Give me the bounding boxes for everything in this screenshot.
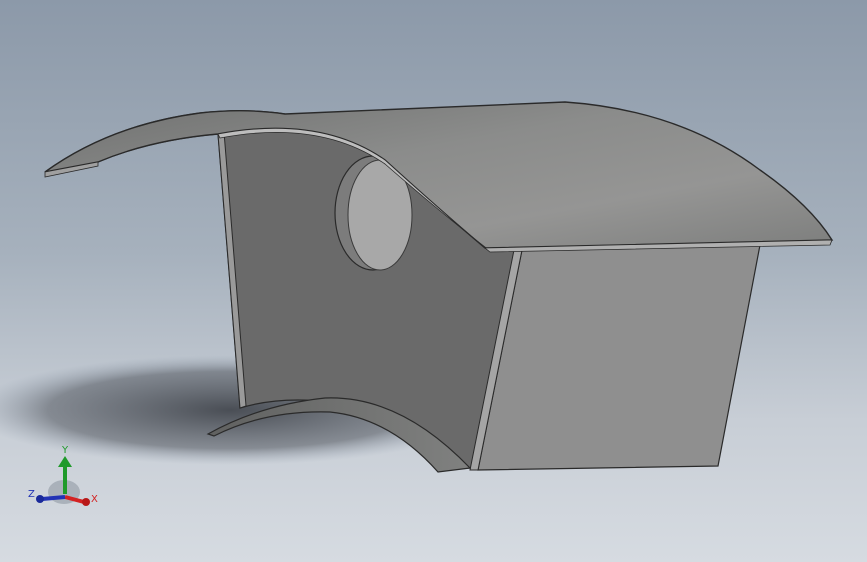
orientation-triad: Y X Z <box>28 445 98 506</box>
x-axis-tip-icon <box>82 498 90 506</box>
side-wall <box>477 244 761 471</box>
z-axis-tip-icon <box>36 495 44 503</box>
z-axis-line <box>41 495 66 501</box>
x-axis-label: X <box>91 494 98 505</box>
y-axis-label: Y <box>61 445 69 456</box>
3d-viewport[interactable]: Y X Z <box>0 0 867 562</box>
y-axis-arrow-icon <box>58 456 72 467</box>
z-axis-label: Z <box>28 489 35 500</box>
birdhouse-model[interactable] <box>0 0 867 562</box>
